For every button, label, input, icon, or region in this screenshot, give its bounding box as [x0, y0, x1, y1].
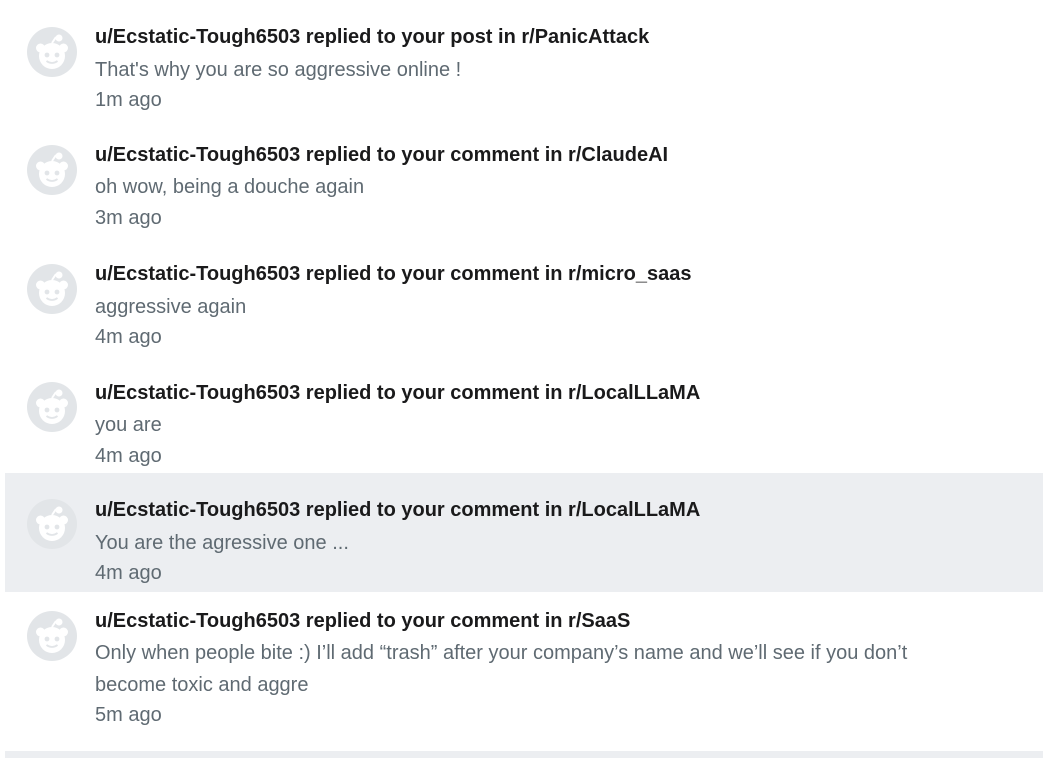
next-notification-edge — [5, 751, 1043, 758]
notification-title: u/Ecstatic-Tough6503 replied to your pos… — [95, 26, 650, 48]
notification-item[interactable]: u/Ecstatic-Tough6503 replied to your com… — [5, 355, 1043, 473]
notification-list: u/Ecstatic-Tough6503 replied to your pos… — [5, 0, 1043, 742]
notification-item[interactable]: u/Ecstatic-Tough6503 replied to your com… — [5, 473, 1043, 592]
notification-title: u/Ecstatic-Tough6503 replied to your com… — [95, 263, 692, 285]
default-avatar-icon — [27, 611, 77, 661]
notification-body: That's why you are so aggressive online … — [95, 59, 462, 81]
notification-body: you are — [95, 414, 162, 436]
notification-item[interactable]: u/Ecstatic-Tough6503 replied to your pos… — [5, 0, 1043, 118]
notification-body: aggressive again — [95, 296, 247, 318]
notification-item[interactable]: u/Ecstatic-Tough6503 replied to your com… — [5, 118, 1043, 237]
notification-item[interactable]: u/Ecstatic-Tough6503 replied to your com… — [5, 592, 1043, 742]
default-avatar-icon — [27, 382, 77, 432]
notification-time: 4m ago — [95, 445, 162, 467]
notification-item[interactable]: u/Ecstatic-Tough6503 replied to your com… — [5, 237, 1043, 355]
notification-title: u/Ecstatic-Tough6503 replied to your com… — [95, 499, 701, 521]
default-avatar-icon — [27, 145, 77, 195]
default-avatar-icon — [27, 264, 77, 314]
notification-time: 5m ago — [95, 704, 162, 726]
default-avatar-icon — [27, 499, 77, 549]
notification-body: You are the agressive one ... — [95, 532, 349, 554]
notification-body: Only when people bite :) I’ll add “trash… — [95, 642, 908, 696]
notification-time: 1m ago — [95, 89, 162, 111]
notification-time: 4m ago — [95, 562, 162, 584]
notification-title: u/Ecstatic-Tough6503 replied to your com… — [95, 144, 669, 166]
notification-title: u/Ecstatic-Tough6503 replied to your com… — [95, 610, 631, 632]
notification-title: u/Ecstatic-Tough6503 replied to your com… — [95, 382, 701, 404]
notification-body: oh wow, being a douche again — [95, 176, 365, 198]
default-avatar-icon — [27, 27, 77, 77]
notification-time: 4m ago — [95, 326, 162, 348]
notification-time: 3m ago — [95, 207, 162, 229]
